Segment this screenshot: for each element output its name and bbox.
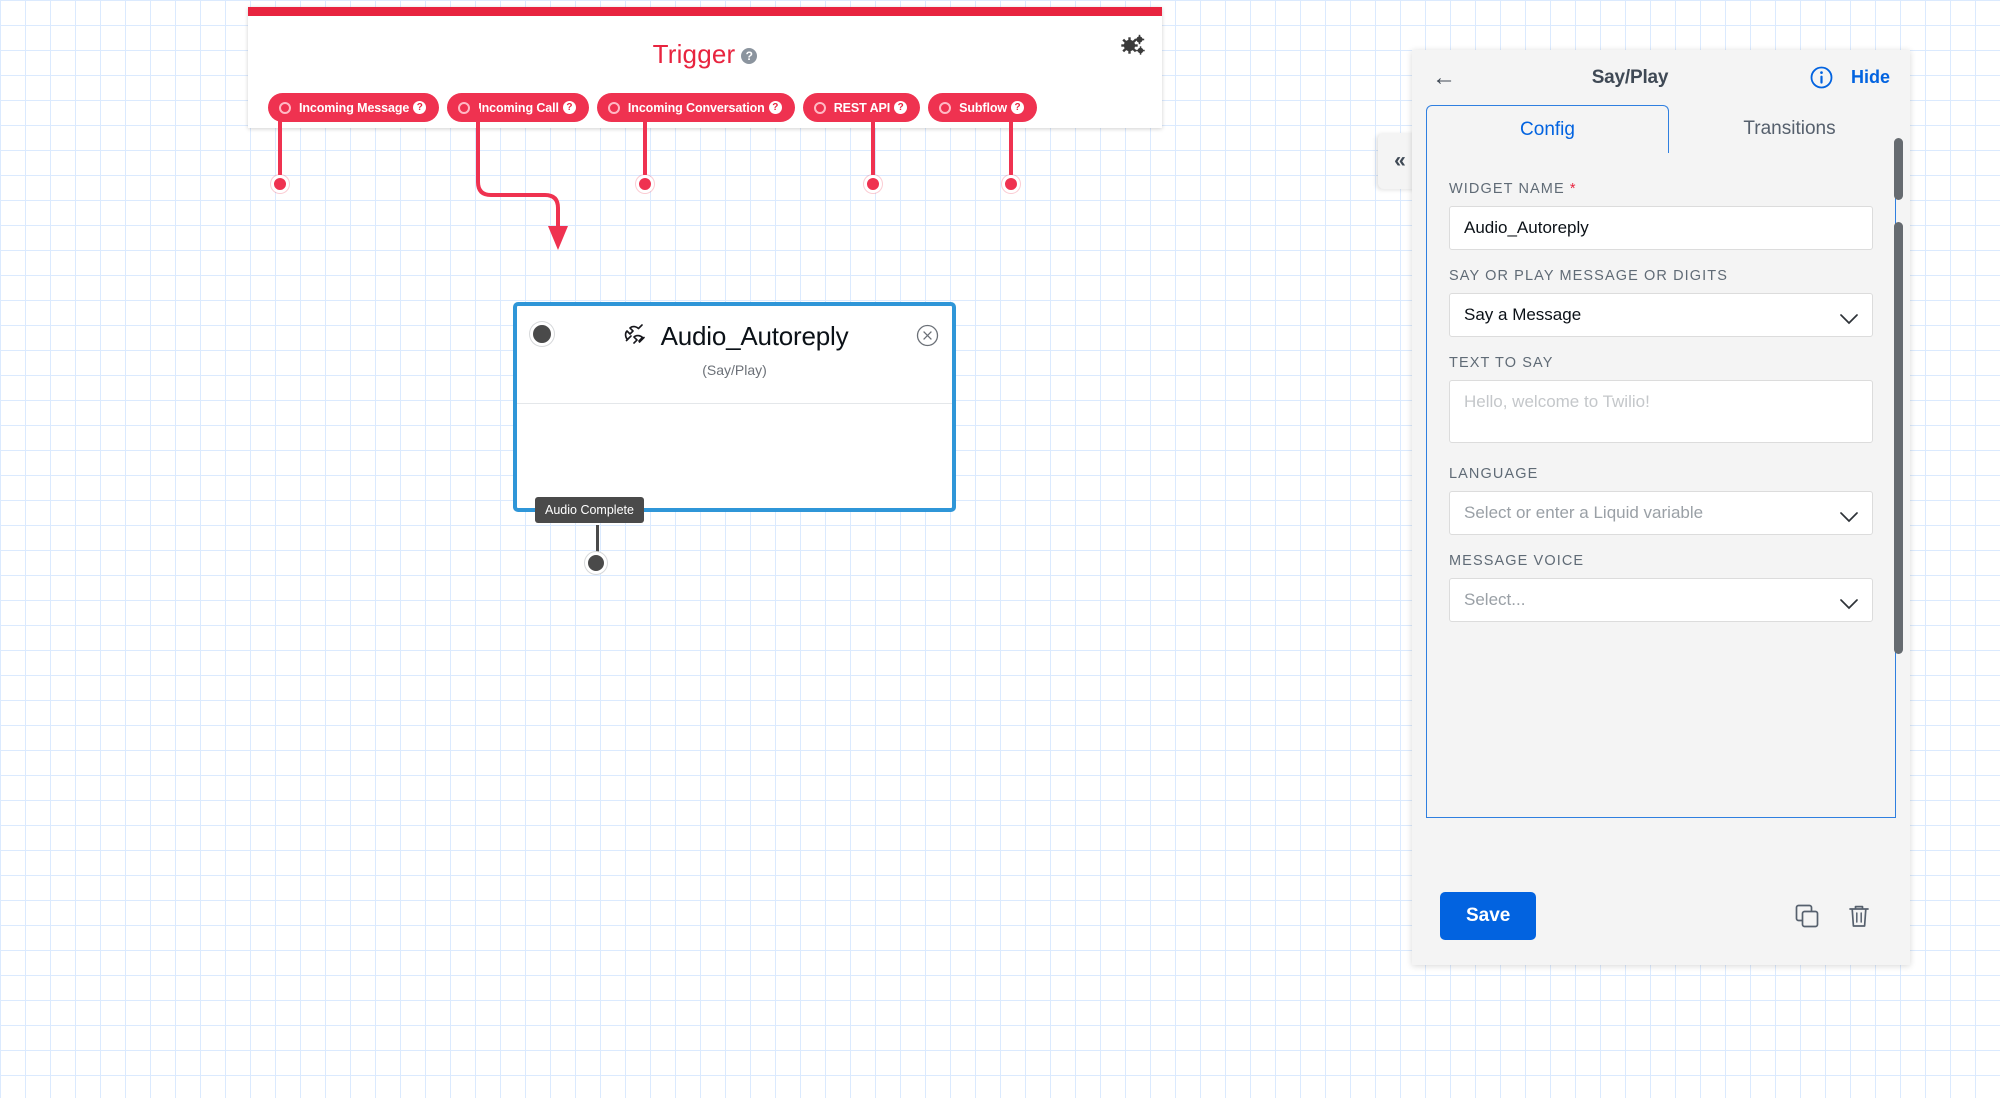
connector-subflow xyxy=(1009,113,1013,176)
pill-help-icon[interactable]: ? xyxy=(1011,101,1025,114)
footer-action-group xyxy=(1794,903,1872,929)
field-language: LANGUAGE Select or enter a Liquid variab… xyxy=(1449,466,1873,535)
trigger-title: Trigger? xyxy=(248,39,1162,70)
connector-incoming-conversation xyxy=(643,113,647,176)
widget-node-audio-autoreply[interactable]: Audio_Autoreply (Say/Play) xyxy=(513,302,956,512)
panel-scrollbar-thumb-inner[interactable] xyxy=(1894,222,1903,654)
gears-icon[interactable]: gears-icon xyxy=(1120,33,1146,59)
chevron-down-icon xyxy=(1840,508,1858,523)
message-voice-select[interactable]: Select... xyxy=(1449,578,1873,622)
pill-label: Subflow xyxy=(959,100,1008,115)
connector-incoming-message xyxy=(278,113,282,176)
message-voice-placeholder: Select... xyxy=(1464,590,1526,609)
inspector-header: ← Say/Play Hide xyxy=(1412,50,1910,105)
text-to-say-textarea[interactable] xyxy=(1449,380,1873,443)
connector-incoming-call xyxy=(476,108,568,250)
connector-endpoint-incoming-conversation[interactable] xyxy=(636,175,654,193)
connector-endpoint-rest-api[interactable] xyxy=(864,175,882,193)
say-or-play-value: Say a Message xyxy=(1464,305,1582,324)
info-icon[interactable] xyxy=(1810,66,1833,89)
pill-ring-icon xyxy=(279,101,291,114)
field-message-voice: MESSAGE VOICE Select... xyxy=(1449,553,1873,622)
field-label-text-to-say: TEXT TO SAY xyxy=(1449,355,1554,371)
widget-node-subtitle: (Say/Play) xyxy=(702,362,767,378)
language-placeholder: Select or enter a Liquid variable xyxy=(1464,503,1704,522)
connector-endpoint-incoming-message[interactable] xyxy=(271,175,289,193)
field-label-say-or-play: SAY OR PLAY MESSAGE OR DIGITS xyxy=(1449,268,1729,284)
pill-help-icon[interactable]: ? xyxy=(894,101,908,114)
widget-node-title: Audio_Autoreply xyxy=(660,321,849,351)
field-say-or-play: SAY OR PLAY MESSAGE OR DIGITS Say a Mess… xyxy=(1449,268,1873,337)
close-icon[interactable] xyxy=(916,324,939,347)
widget-transition-label[interactable]: Audio Complete xyxy=(535,497,644,523)
pill-label: Incoming Conversation xyxy=(627,100,765,115)
inspector-tabs: Config Transitions xyxy=(1412,105,1910,153)
trigger-help-icon[interactable]: ? xyxy=(741,48,758,64)
hide-panel-link[interactable]: Hide xyxy=(1851,67,1890,88)
trigger-pill-incoming-conversation[interactable]: Incoming Conversation ? xyxy=(596,93,795,122)
phone-handset-icon xyxy=(621,320,649,353)
widget-title-row: Audio_Autoreply xyxy=(517,320,952,353)
required-marker: * xyxy=(1569,181,1577,197)
field-label-language: LANGUAGE xyxy=(1449,466,1539,482)
trigger-accent-bar xyxy=(248,7,1162,16)
save-button[interactable]: Save xyxy=(1440,891,1537,940)
trigger-pill-incoming-message[interactable]: Incoming Message ? xyxy=(268,93,440,122)
pill-help-icon[interactable]: ? xyxy=(413,101,427,114)
pill-label: REST API xyxy=(833,100,891,115)
pill-ring-icon xyxy=(939,101,952,114)
connector-rest-api xyxy=(871,113,875,176)
field-text-to-say: TEXT TO SAY xyxy=(1449,355,1873,448)
chevron-down-icon xyxy=(1840,595,1858,610)
widget-node-header: Audio_Autoreply (Say/Play) xyxy=(517,306,952,404)
widget-inspector-panel: ← Say/Play Hide Config Transitions WIDGE… xyxy=(1412,50,1910,965)
inspector-footer: Save xyxy=(1412,866,1910,965)
pill-help-icon[interactable]: ? xyxy=(768,101,782,114)
field-widget-name: WIDGET NAME * xyxy=(1449,181,1873,250)
say-or-play-select[interactable]: Say a Message xyxy=(1449,293,1873,337)
chevron-down-icon xyxy=(1840,310,1858,325)
language-select[interactable]: Select or enter a Liquid variable xyxy=(1449,491,1873,535)
trigger-pill-subflow[interactable]: Subflow ? xyxy=(928,93,1038,122)
tab-config[interactable]: Config xyxy=(1426,105,1669,153)
pill-ring-icon xyxy=(813,101,826,114)
trash-icon[interactable] xyxy=(1846,903,1872,929)
field-label-widget-name: WIDGET NAME * xyxy=(1449,181,1577,197)
panel-scrollbar-thumb-outer[interactable] xyxy=(1894,138,1903,200)
duplicate-icon[interactable] xyxy=(1794,903,1820,929)
trigger-card: Trigger? Incoming Message ? Incoming Cal… xyxy=(248,7,1162,128)
pill-ring-icon xyxy=(607,101,620,114)
flow-canvas[interactable]: Trigger? Incoming Message ? Incoming Cal… xyxy=(0,0,2000,1098)
connector-endpoint-subflow[interactable] xyxy=(1002,175,1020,193)
trigger-pill-list: Incoming Message ? Incoming Call ? Incom… xyxy=(268,93,1038,122)
inspector-title: Say/Play xyxy=(1591,66,1669,88)
transition-output-anchor[interactable] xyxy=(585,552,607,574)
field-label-message-voice: MESSAGE VOICE xyxy=(1449,553,1585,569)
trigger-pill-rest-api[interactable]: REST API ? xyxy=(802,93,921,122)
widget-name-input[interactable] xyxy=(1449,206,1873,250)
trigger-title-text: Trigger xyxy=(652,39,736,69)
pill-label: Incoming Message xyxy=(299,100,410,115)
inspector-config-body: WIDGET NAME * SAY OR PLAY MESSAGE OR DIG… xyxy=(1426,153,1896,818)
tab-transitions[interactable]: Transitions xyxy=(1669,105,1910,153)
